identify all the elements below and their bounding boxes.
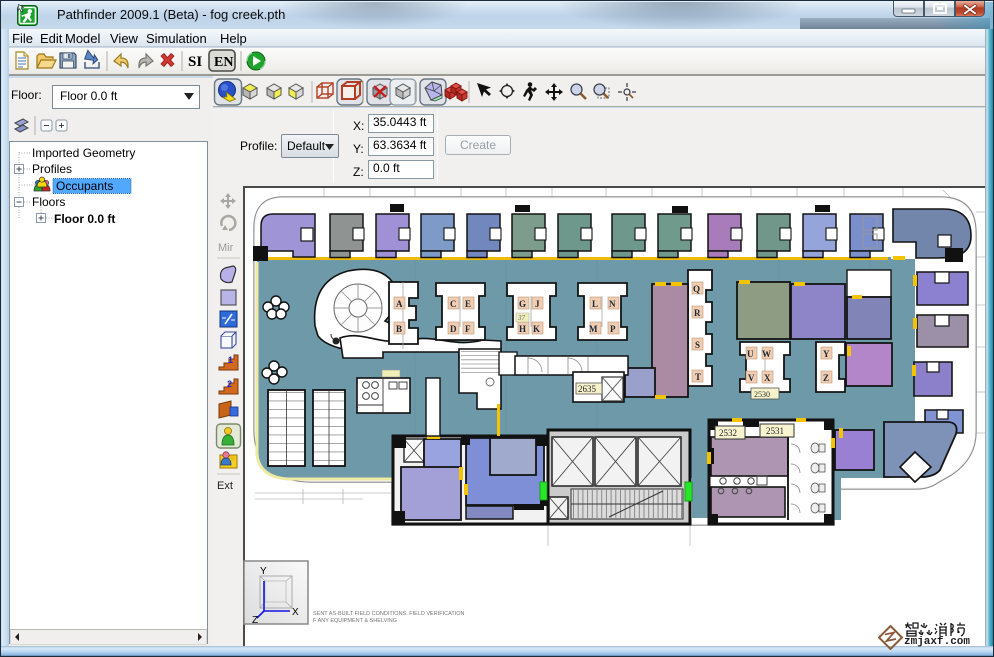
svg-text:U: U [747, 349, 754, 359]
svg-text:SI: SI [188, 54, 202, 70]
svg-text:J: J [535, 299, 540, 309]
svg-text:SENT AS-BUILT FIELD CONDITIONS: SENT AS-BUILT FIELD CONDITIONS. FIELD VE… [313, 611, 465, 617]
svg-text:Profiles: Profiles [32, 162, 72, 176]
svg-text:Occupants: Occupants [56, 179, 113, 193]
svg-text:M: M [589, 324, 598, 334]
svg-text:K: K [533, 324, 540, 334]
svg-text:F ANY EQUIPMENT & SHELVING: F ANY EQUIPMENT & SHELVING [313, 618, 397, 624]
svg-text:X: X [764, 373, 771, 383]
svg-text:V: V [748, 373, 755, 383]
svg-text:Imported Geometry: Imported Geometry [32, 146, 135, 160]
svg-text:Floor 0.0 ft: Floor 0.0 ft [54, 212, 115, 226]
svg-text:2531: 2531 [766, 426, 784, 436]
svg-text:W: W [762, 349, 771, 359]
svg-text:EN: EN [214, 55, 233, 70]
svg-text:Ext: Ext [217, 480, 233, 492]
svg-text:2532: 2532 [719, 428, 737, 438]
svg-text:Mir: Mir [218, 242, 234, 254]
svg-text:2635: 2635 [578, 384, 597, 394]
svg-text:37: 37 [517, 314, 526, 322]
svg-text:S: S [695, 340, 700, 350]
svg-text:F: F [465, 324, 471, 334]
svg-text:P: P [610, 324, 616, 334]
svg-text:D: D [450, 324, 457, 334]
svg-text:A: A [396, 299, 403, 309]
svg-text:Y: Y [260, 566, 267, 577]
svg-text:C: C [450, 299, 457, 309]
svg-text:L: L [592, 299, 598, 309]
svg-text:Y: Y [823, 349, 830, 359]
svg-text:Z: Z [823, 373, 829, 383]
svg-text:E: E [465, 299, 471, 309]
svg-text:Q: Q [693, 284, 700, 294]
svg-text:T: T [695, 372, 701, 382]
svg-text:R: R [694, 308, 701, 318]
svg-text:2530: 2530 [754, 390, 770, 399]
svg-text:Z: Z [252, 615, 258, 626]
svg-text:B: B [396, 324, 402, 334]
svg-text:X: X [292, 607, 299, 618]
svg-text:1: 1 [228, 355, 233, 365]
svg-text:G: G [519, 299, 526, 309]
svg-text:Floors: Floors [32, 195, 65, 209]
svg-text:N: N [609, 299, 616, 309]
svg-text:2: 2 [227, 379, 232, 389]
svg-text:H: H [519, 324, 526, 334]
